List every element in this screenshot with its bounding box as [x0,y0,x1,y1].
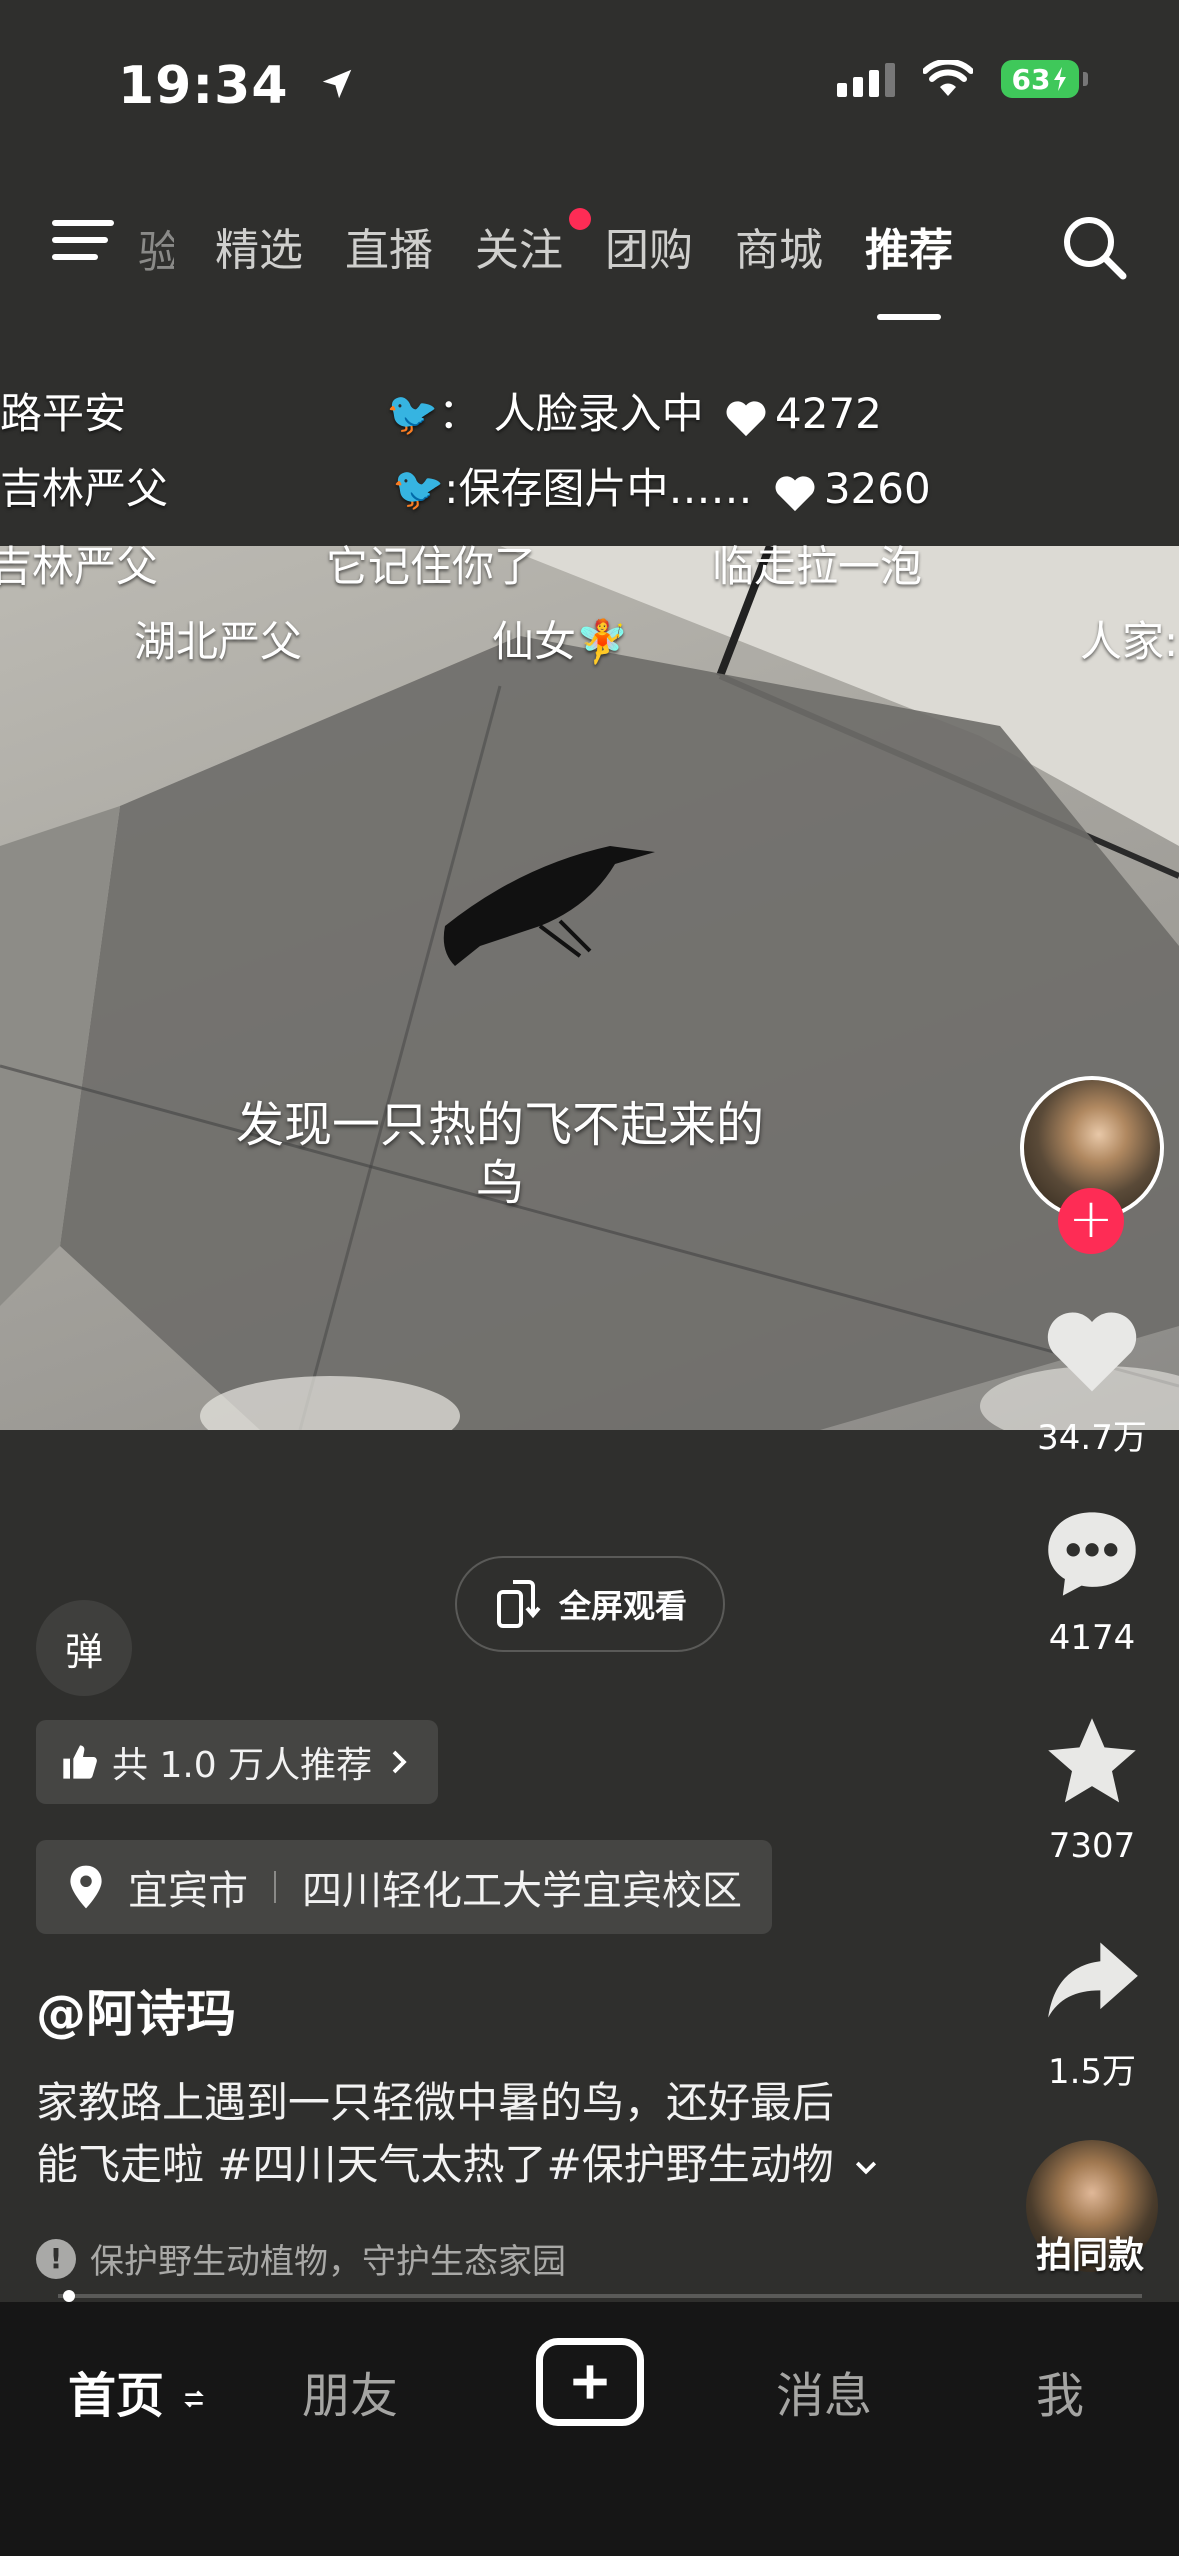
rotate-screen-icon [496,1580,541,1628]
notice-text: 保护野生动植物，守护生态家园 [90,2242,566,2282]
search-icon[interactable] [1059,212,1129,282]
location-place: 四川轻化工大学宜宾校区 [302,1868,742,1914]
bottom-tab-bar: 首页 朋友 消息 我 [0,2302,1179,2556]
danmaku-item: 吉林严父 [0,542,159,591]
location-pin-icon [70,1865,102,1909]
like-heart-icon[interactable] [1040,1298,1144,1398]
share-count: 1.5万 [1047,2052,1137,2092]
heart-icon [726,400,766,436]
info-exclamation-icon: ! [36,2238,76,2279]
like-count: 34.7万 [1037,1418,1147,1458]
tab-following-label: 关注 [475,225,563,276]
tab-live[interactable]: 直播 [345,214,433,278]
fullscreen-label: 全屏观看 [558,1587,687,1625]
danmaku-item: 仙女🧚 [492,617,629,666]
status-indicators: 63 [837,60,1088,98]
comment-icon[interactable] [1040,1504,1144,1604]
video-frame [0,546,1179,1430]
tab-home[interactable]: 首页 [68,2356,207,2426]
tab-following[interactable]: 关注 [475,208,591,278]
chevron-down-icon[interactable] [851,2153,881,2183]
author-name[interactable]: @阿诗玛 [36,1974,236,2046]
tab-partial[interactable]: 验 [138,216,174,280]
notice-banner: ! 保护野生动植物，守护生态家园 [36,2234,566,2283]
danmaku-item: 它记住你了 [326,542,537,591]
video-progress-bar[interactable] [58,2294,1142,2298]
cellular-signal-icon [837,61,895,97]
danmaku-likes: 4272 [775,389,882,438]
tab-group-buy[interactable]: 团购 [605,214,693,278]
danmaku-text: 🐦:保存图片中…… [392,464,753,513]
clock-text: 19:34 [118,56,289,116]
danmaku-item: 🐦:保存图片中…… 3260 [392,455,931,516]
chevron-right-icon [392,1750,407,1774]
comment-count: 4174 [1048,1618,1136,1658]
tab-featured[interactable]: 精选 [215,214,303,278]
tab-recommend[interactable]: 推荐 [865,214,953,320]
share-icon[interactable] [1040,1930,1144,2030]
tab-friends[interactable]: 朋友 [302,2356,398,2426]
create-post-button[interactable] [536,2338,644,2426]
status-time: 19:34 [118,56,356,116]
wifi-icon [923,60,973,96]
battery-icon: 63 [1001,60,1088,98]
danmaku-item: 人家: [1080,617,1179,666]
location-arrow-icon [318,56,356,116]
danmaku-item: 吉林严父 [0,464,169,513]
plus-icon [573,2365,607,2399]
battery-level: 63 [1011,62,1051,96]
video-description[interactable]: 家教路上遇到一只轻微中暑的鸟，还好最后 能飞走啦 #四川天气太热了#保护野生动物 [36,2072,916,2196]
divider [274,1871,276,1903]
tab-me[interactable]: 我 [1036,2356,1084,2426]
danmaku-item: 路平安 [0,389,127,438]
location-city: 宜宾市 [128,1868,248,1914]
follow-button[interactable]: + [1058,1188,1124,1254]
danmaku-toggle-label: 弹 [64,1629,103,1674]
recommend-text: 共 1.0 万人推荐 [112,1745,373,1786]
subtitle-line: 发现一只热的飞不起来的 [235,1097,764,1153]
video-player[interactable] [0,546,1179,1430]
video-subtitle: 发现一只热的飞不起来的 鸟 [0,1096,1000,1212]
thumbs-up-icon [63,1745,97,1779]
top-navigation: 验 精选 直播 关注 团购 商城 推荐 [0,200,1179,320]
danmaku-likes: 3260 [823,464,931,513]
favorite-star-icon[interactable] [1040,1712,1144,1812]
tab-messages[interactable]: 消息 [776,2356,872,2426]
same-style-label[interactable]: 拍同款 [990,2226,1179,2278]
danmaku-toggle-button[interactable]: 弹 [36,1600,132,1696]
fullscreen-button[interactable]: 全屏观看 [455,1556,725,1652]
description-line: 家教路上遇到一只轻微中暑的鸟，还好最后 [36,2078,835,2127]
heart-icon [775,475,815,511]
location-tag[interactable]: 宜宾市 四川轻化工大学宜宾校区 [36,1840,772,1934]
danmaku-text: 🐦： 人脸录入中 [386,389,704,438]
tab-mall[interactable]: 商城 [735,214,823,278]
danmaku-item: 🐦： 人脸录入中 4272 [386,380,882,441]
tab-home-label: 首页 [68,2368,165,2424]
description-line: 能飞走啦 #四川天气太热了#保护野生动物 [36,2140,834,2189]
subtitle-line: 鸟 [475,1155,524,1211]
danmaku-item: 湖北严父 [134,617,303,666]
danmaku-item: 临走拉一泡 [712,542,923,591]
swap-arrows-icon [183,2390,204,2408]
menu-icon[interactable] [52,220,114,270]
notification-dot [569,208,591,230]
favorite-count: 7307 [1048,1826,1136,1866]
progress-handle[interactable] [62,2290,75,2302]
recommend-badge[interactable]: 共 1.0 万人推荐 [36,1720,439,1804]
